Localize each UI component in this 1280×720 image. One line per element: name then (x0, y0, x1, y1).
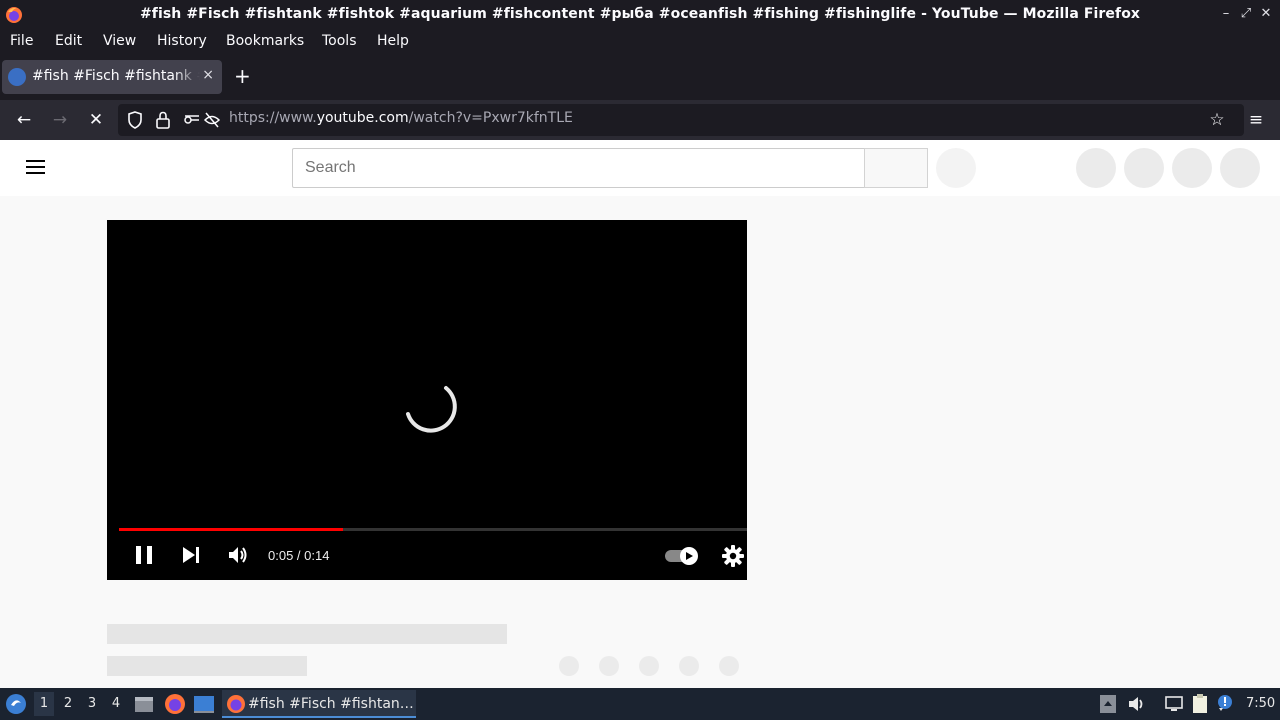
channel-placeholder (107, 656, 307, 676)
tracking-protection-shield-icon[interactable] (126, 110, 144, 130)
workspace-3[interactable]: 3 (82, 696, 102, 711)
firefox-task-icon (227, 695, 245, 713)
desktop-icon[interactable] (193, 694, 215, 714)
new-tab-button[interactable]: + (234, 66, 251, 86)
tray-arrow-icon[interactable] (1099, 694, 1117, 714)
taskbar-firefox-window[interactable]: #fish #Fisch #fishtan… (222, 690, 416, 718)
pause-icon[interactable] (133, 543, 155, 567)
progress-bar[interactable] (119, 528, 747, 531)
task-title: #fish #Fisch #fishtan… (248, 696, 414, 712)
action-placeholder-2 (599, 656, 619, 676)
forward-arrow-icon[interactable]: → (49, 109, 71, 131)
loading-spinner-icon (406, 386, 457, 433)
firefox-launcher-icon[interactable] (164, 693, 186, 715)
video-player[interactable]: 0:05 / 0:14 (107, 220, 747, 580)
menu-history[interactable]: History (157, 33, 207, 49)
back-arrow-icon[interactable]: ← (13, 109, 35, 131)
clock: 7:50 (1246, 696, 1276, 711)
app-menu-icon[interactable]: ≡ (1245, 109, 1267, 131)
autoplay-blocked-icon[interactable] (203, 111, 221, 129)
settings-gear-icon[interactable] (721, 544, 745, 568)
masthead-button-placeholder-1[interactable] (1076, 148, 1116, 188)
window-title: #fish #Fisch #fishtank #fishtok #aquariu… (139, 6, 1141, 22)
action-placeholder-5 (719, 656, 739, 676)
tab-title: #fish #Fisch #fishtank #fishtok (32, 68, 200, 84)
progress-played (119, 528, 344, 531)
workspace-1[interactable]: 1 (34, 692, 54, 716)
stop-loading-icon[interactable]: ✕ (85, 109, 107, 131)
clipboard-icon[interactable] (1190, 693, 1210, 715)
menu-help[interactable]: Help (377, 33, 409, 49)
file-manager-icon[interactable] (134, 694, 154, 714)
next-video-icon[interactable] (180, 543, 202, 567)
action-placeholder-1 (559, 656, 579, 676)
volume-icon[interactable] (227, 543, 249, 567)
close-window-icon[interactable]: ✕ (1258, 6, 1274, 21)
menu-view[interactable]: View (103, 33, 136, 49)
update-notification-icon[interactable] (1215, 692, 1237, 714)
action-placeholder-3 (639, 656, 659, 676)
menu-tools[interactable]: Tools (322, 33, 357, 49)
menu-edit[interactable]: Edit (55, 33, 82, 49)
menu-file[interactable]: File (10, 33, 33, 49)
window-titlebar: #fish #Fisch #fishtank #fishtok #aquariu… (0, 0, 1280, 30)
url-host: youtube.com (316, 110, 409, 126)
youtube-masthead (0, 140, 1280, 196)
masthead-button-placeholder-2[interactable] (1124, 148, 1164, 188)
workspace-4[interactable]: 4 (106, 696, 126, 711)
search-button[interactable] (864, 148, 928, 188)
maximize-icon[interactable]: ⤢ (1238, 6, 1254, 21)
minimize-icon[interactable]: – (1218, 6, 1234, 21)
action-placeholder-4 (679, 656, 699, 676)
permissions-icon[interactable] (183, 111, 201, 129)
voice-search-placeholder[interactable] (936, 148, 976, 188)
time-display: 0:05 / 0:14 (268, 548, 330, 563)
lock-icon[interactable] (155, 110, 171, 130)
tab-strip: #fish #Fisch #fishtank #fishtok × + (0, 54, 1280, 100)
start-menu-icon[interactable] (5, 693, 27, 715)
workspace-2[interactable]: 2 (58, 696, 78, 711)
volume-tray-icon[interactable] (1127, 694, 1147, 714)
tab-close-icon[interactable]: × (202, 67, 214, 83)
tab-youtube[interactable]: #fish #Fisch #fishtank #fishtok × (2, 60, 222, 94)
search-input[interactable] (292, 148, 865, 188)
menu-bookmarks[interactable]: Bookmarks (226, 33, 304, 49)
tab-favicon-icon (8, 68, 26, 86)
menu-bar: File Edit View History Bookmarks Tools H… (0, 30, 1280, 54)
bookmark-star-icon[interactable]: ☆ (1206, 109, 1228, 131)
autoplay-toggle-icon[interactable] (664, 545, 700, 567)
network-icon[interactable] (1164, 694, 1184, 714)
navigation-bar: ← → ✕ https://www.youtube.com/watch?v=Px… (0, 100, 1280, 140)
url-text[interactable]: https://www.youtube.com/watch?v=Pxwr7kfn… (229, 110, 573, 126)
guide-menu-icon[interactable] (26, 160, 46, 176)
avatar-placeholder[interactable] (1220, 148, 1260, 188)
taskbar: 1 2 3 4 #fish #Fisch #fishtan… 7:50 (0, 688, 1280, 720)
title-placeholder (107, 624, 507, 644)
masthead-button-placeholder-3[interactable] (1172, 148, 1212, 188)
